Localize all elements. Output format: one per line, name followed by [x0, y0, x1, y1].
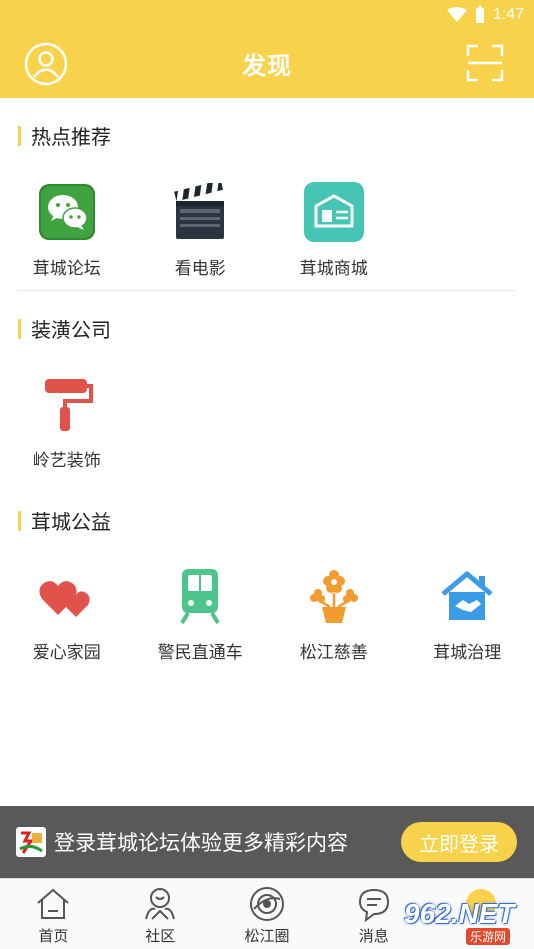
hearts-icon [37, 566, 97, 626]
grid-item-movie[interactable]: 看电影 [134, 182, 268, 279]
tab-songjiang-circle[interactable]: 松江圈 [214, 879, 321, 949]
section-title-text: 茸城公益 [31, 510, 111, 534]
grid-item-governance[interactable]: 茸城治理 [401, 566, 534, 663]
status-time: 1:47 [492, 6, 524, 23]
section-accent-bar [18, 510, 21, 531]
grid-item-label: 松江慈善 [299, 643, 368, 663]
watermark-subtext: 乐游网 [466, 928, 511, 945]
login-button[interactable]: 立即登录 [401, 822, 517, 862]
tab-label: 首页 [38, 927, 69, 945]
battery-icon [475, 6, 484, 23]
message-icon [358, 888, 389, 923]
house-handshake-icon [437, 566, 497, 626]
grid-item-label: 茸城商城 [299, 259, 368, 279]
clapperboard-icon [170, 182, 230, 242]
login-banner: 登录茸城论坛体验更多精彩内容 立即登录 [0, 806, 534, 878]
forum-logo-icon [16, 827, 46, 857]
page-title: 发现 [242, 52, 292, 80]
section-title-text: 热点推荐 [31, 125, 111, 149]
decoration-grid: 岭艺装饰 [0, 374, 534, 471]
tab-label: 松江圈 [244, 927, 290, 945]
paint-roller-icon [37, 374, 97, 434]
grid-item-songjiang-charity[interactable]: 松江慈善 [267, 566, 401, 663]
section-title-decoration: 装潢公司 [18, 314, 111, 343]
site-watermark: 962.NET 乐游网 [396, 882, 530, 945]
wifi-icon [446, 7, 467, 22]
grid-item-label: 茸城论坛 [32, 259, 101, 279]
grid-item-lingyi[interactable]: 岭艺装饰 [0, 374, 134, 471]
section-accent-bar [18, 125, 21, 146]
tab-label: 消息 [358, 927, 389, 945]
circle-icon [249, 887, 284, 921]
grid-item-label: 警民直通车 [157, 643, 243, 663]
login-banner-message: 登录茸城论坛体验更多精彩内容 [54, 831, 348, 855]
grid-item-label: 爱心家园 [32, 643, 101, 663]
grid-item-label: 看电影 [174, 259, 226, 279]
store-icon [303, 182, 364, 242]
tab-home[interactable]: 首页 [0, 879, 107, 949]
section-divider [18, 290, 516, 291]
grid-item-love-home[interactable]: 爱心家园 [0, 566, 134, 663]
section-title-text: 装潢公司 [31, 318, 111, 342]
status-bar: 1:47 [446, 0, 534, 30]
flower-pot-icon [304, 566, 364, 626]
tab-community[interactable]: 社区 [107, 879, 214, 949]
grid-item-label: 茸城治理 [433, 643, 502, 663]
home-icon [37, 888, 70, 919]
grid-item-forum[interactable]: 茸城论坛 [0, 182, 134, 279]
watermark-text: 962.NET [404, 898, 515, 929]
section-title-charity: 茸城公益 [18, 506, 111, 535]
charity-grid: 爱心家园 警民直通车 松江慈善 茸城治理 [0, 566, 534, 663]
grid-item-police-direct[interactable]: 警民直通车 [134, 566, 268, 663]
top-header: 1:47 发现 [0, 0, 534, 98]
hot-grid: 茸城论坛 看电影 茸城商城 [0, 182, 534, 279]
community-icon [145, 888, 176, 920]
tab-label: 社区 [145, 927, 176, 945]
grid-item-label: 岭艺装饰 [32, 451, 101, 471]
grid-item-mall[interactable]: 茸城商城 [267, 182, 401, 279]
section-accent-bar [18, 318, 21, 339]
wechat-icon [37, 182, 97, 242]
section-title-hot: 热点推荐 [18, 121, 111, 150]
train-icon [170, 566, 230, 626]
scan-icon[interactable] [466, 44, 504, 82]
